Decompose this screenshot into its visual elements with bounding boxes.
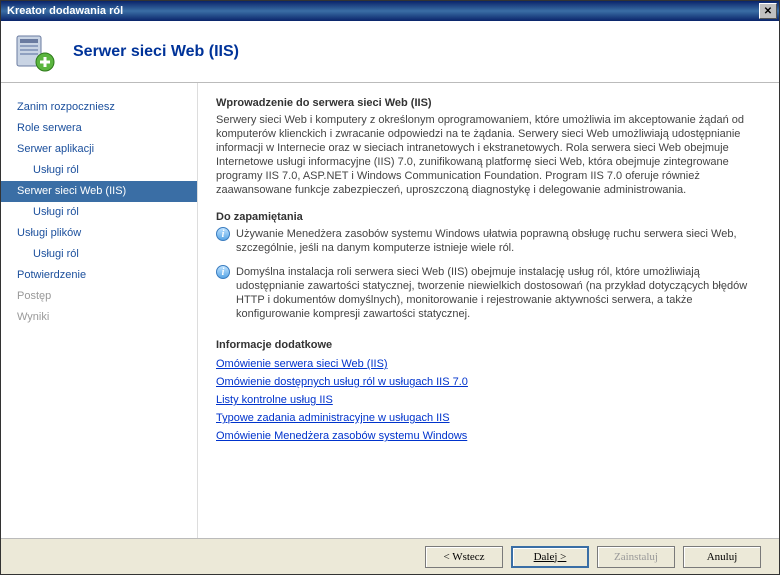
nav-item[interactable]: Usługi ról [1,202,197,223]
header-band: Serwer sieci Web (IIS) [1,21,779,83]
nav-sidebar: Zanim rozpocznieszRole serweraSerwer apl… [1,83,197,538]
note-text: Używanie Menedżera zasobów systemu Windo… [236,227,759,255]
nav-item[interactable]: Role serwera [1,118,197,139]
close-button[interactable]: ✕ [759,3,777,19]
nav-item[interactable]: Usługi plików [1,223,197,244]
note-row: i Domyślna instalacja roli serwera sieci … [216,265,759,325]
window-title: Kreator dodawania ról [7,5,123,17]
note-text: Domyślna instalacja roli serwera sieci W… [236,265,759,321]
more-info-link[interactable]: Omówienie Menedżera zasobów systemu Wind… [216,427,759,445]
footer-buttons: < Wstecz Dalej > Zainstaluj Anuluj [1,538,779,574]
notes-heading: Do zapamiętania [216,211,759,223]
nav-item[interactable]: Serwer aplikacji [1,139,197,160]
next-button[interactable]: Dalej > [511,546,589,568]
info-icon: i [216,227,230,241]
nav-item: Postęp [1,286,197,307]
nav-item: Wyniki [1,307,197,328]
nav-item[interactable]: Serwer sieci Web (IIS) [1,181,197,202]
nav-item[interactable]: Usługi ról [1,160,197,181]
more-info-heading: Informacje dodatkowe [216,339,759,351]
cancel-button[interactable]: Anuluj [683,546,761,568]
note-row: i Używanie Menedżera zasobów systemu Wind… [216,227,759,259]
nav-item[interactable]: Zanim rozpoczniesz [1,97,197,118]
more-info-link[interactable]: Omówienie serwera sieci Web (IIS) [216,355,759,373]
more-info-link[interactable]: Listy kontrolne usług IIS [216,391,759,409]
page-title: Serwer sieci Web (IIS) [73,43,239,61]
more-info-link[interactable]: Typowe zadania administracyjne w usługac… [216,409,759,427]
install-button[interactable]: Zainstaluj [597,546,675,568]
close-icon: ✕ [764,6,772,17]
nav-item[interactable]: Potwierdzenie [1,265,197,286]
nav-item[interactable]: Usługi ról [1,244,197,265]
titlebar: Kreator dodawania ról ✕ [1,1,779,21]
info-icon: i [216,265,230,279]
intro-text: Serwery sieci Web i komputery z określon… [216,113,759,197]
back-button[interactable]: < Wstecz [425,546,503,568]
intro-heading: Wprowadzenie do serwera sieci Web (IIS) [216,97,759,109]
body-area: Zanim rozpocznieszRole serweraSerwer apl… [1,83,779,538]
more-info-link[interactable]: Omówienie dostępnych usług ról w usługac… [216,373,759,391]
role-wizard-icon [15,32,55,72]
content-pane: Wprowadzenie do serwera sieci Web (IIS) … [197,83,779,538]
